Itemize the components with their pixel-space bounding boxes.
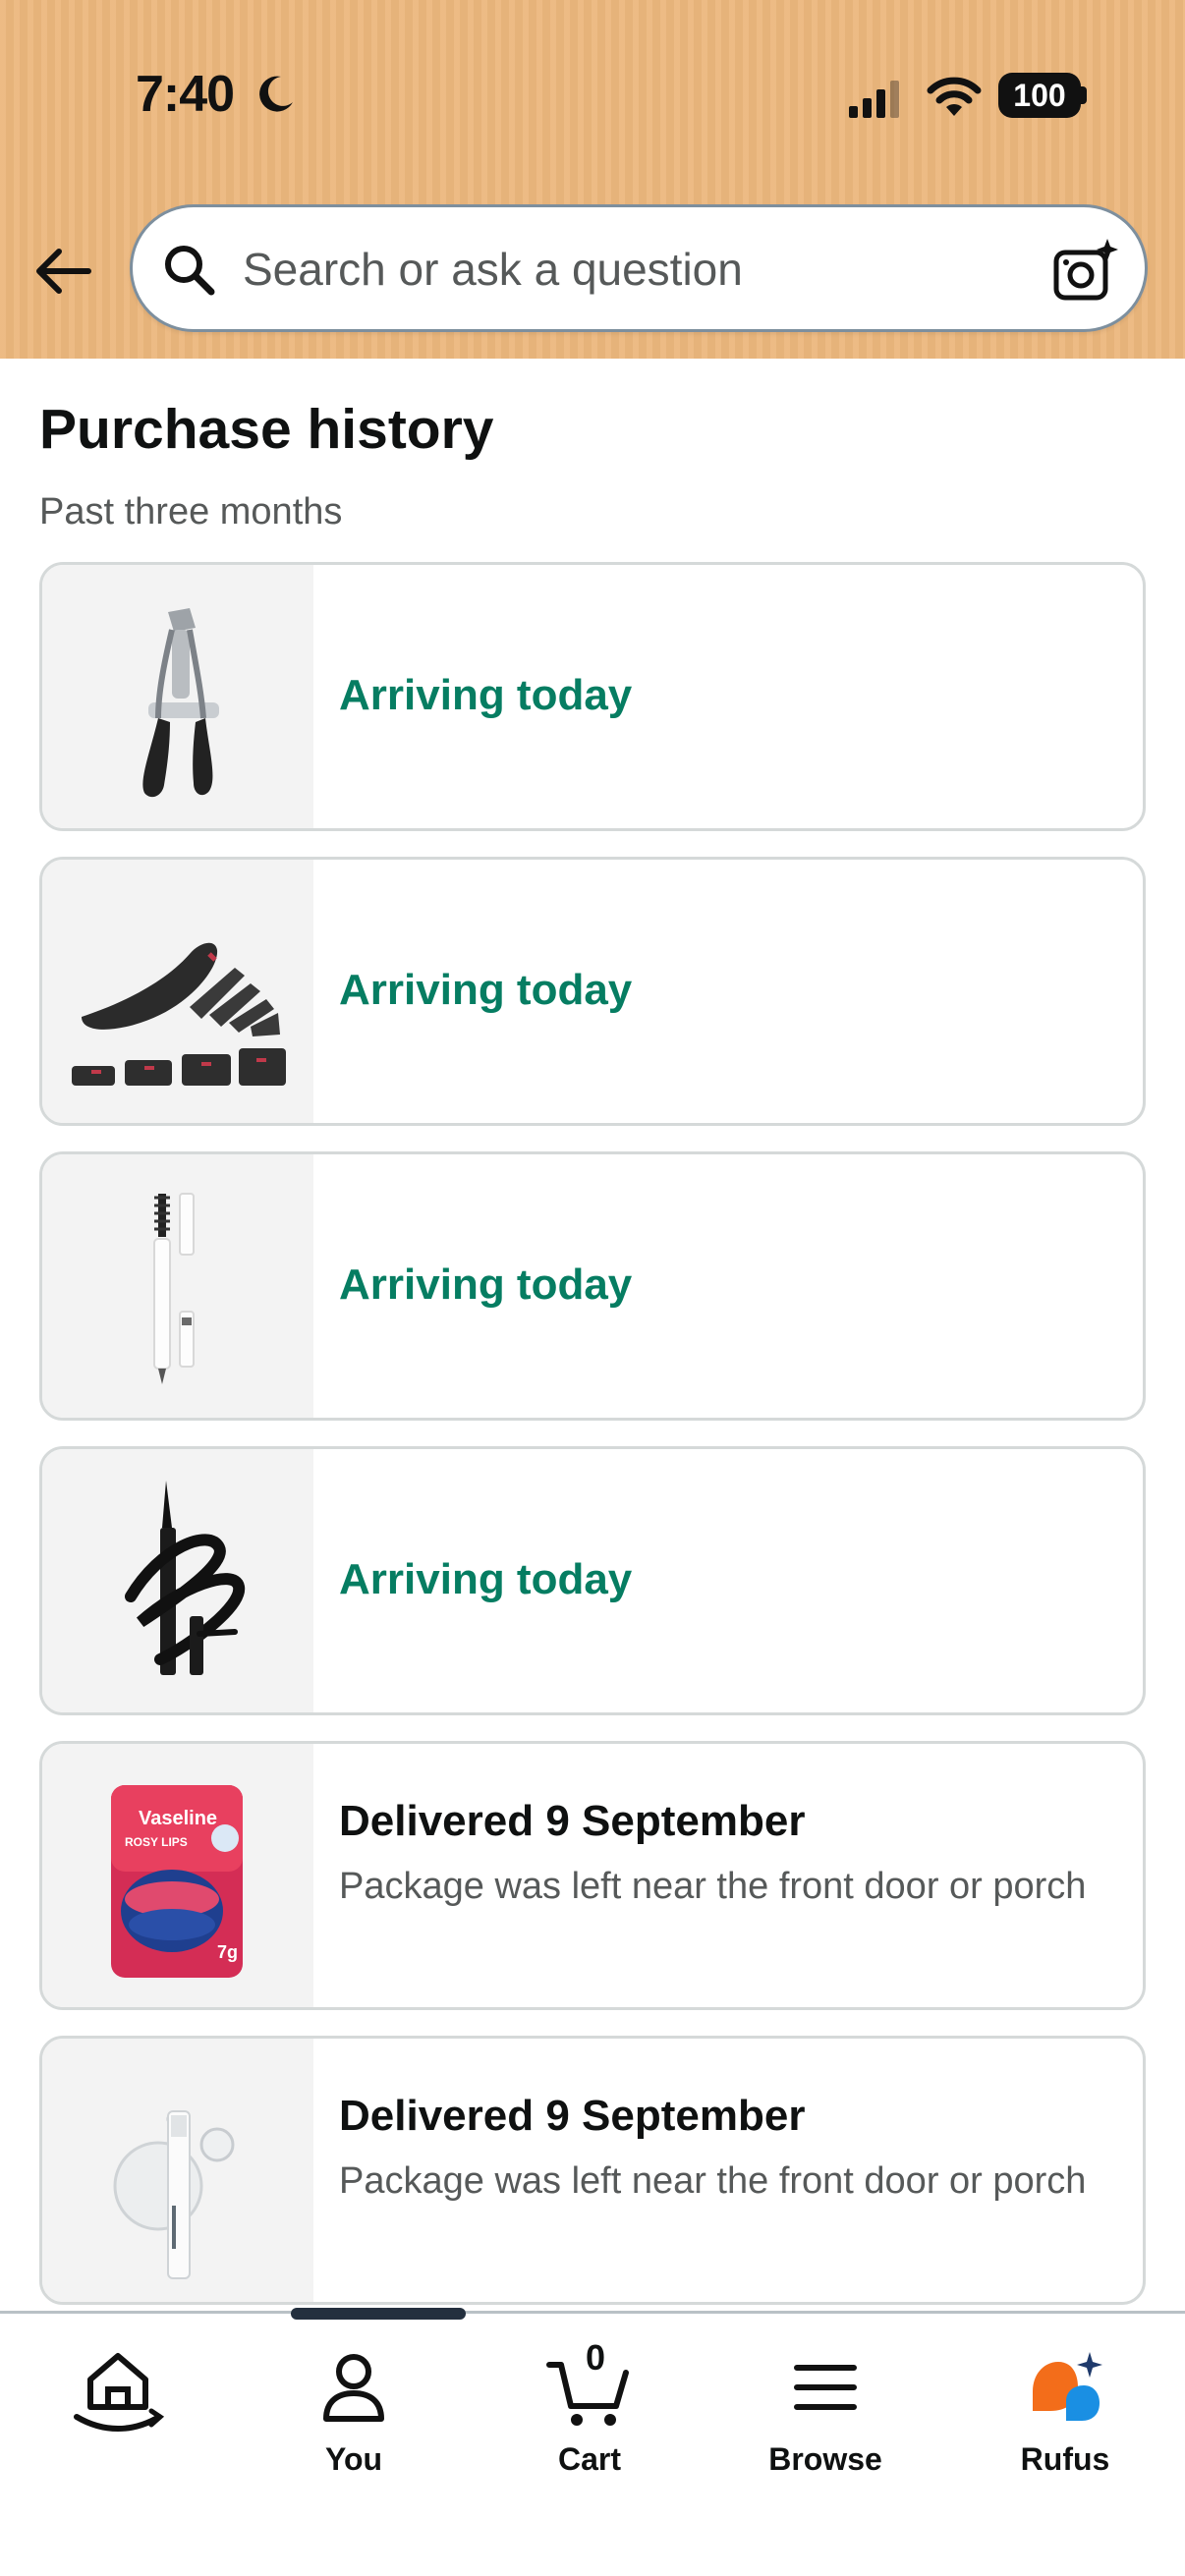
order-status: Arriving today xyxy=(339,671,633,719)
battery-indicator: 100 xyxy=(998,73,1081,118)
nav-you-label: You xyxy=(324,2441,383,2477)
product-thumbnail: Vaseline ROSY LIPS 7g xyxy=(42,1744,313,2007)
clear-brow-gel-icon xyxy=(113,2110,235,2279)
product-thumbnail xyxy=(42,860,313,1123)
nav-rufus-label: Rufus xyxy=(1020,2441,1110,2477)
nav-rufus[interactable]: Rufus xyxy=(947,2314,1183,2491)
order-status: Arriving today xyxy=(339,1555,633,1603)
order-status: Delivered 9 September xyxy=(339,2092,806,2140)
product-thumbnail xyxy=(42,2039,313,2302)
rufus-icon xyxy=(1016,2343,1114,2432)
page-subtitle: Past three months xyxy=(39,491,343,532)
battery-cap xyxy=(1081,86,1087,104)
back-button[interactable] xyxy=(28,236,98,307)
nav-home[interactable] xyxy=(0,2314,236,2491)
brow-pencil-icon xyxy=(153,1193,195,1384)
search-icon xyxy=(165,246,215,296)
camera-search-icon[interactable] xyxy=(1050,237,1119,306)
nav-you[interactable]: You xyxy=(236,2314,472,2491)
product-thumbnail xyxy=(42,565,313,828)
page-title: Purchase history xyxy=(39,398,494,461)
home-icon xyxy=(69,2343,167,2432)
vaseline-weight-text: 7g xyxy=(217,1942,238,1962)
status-time: 7:40 xyxy=(136,66,235,123)
back-arrow-icon xyxy=(36,249,91,294)
cart-icon: 0 xyxy=(540,2337,639,2432)
order-status: Arriving today xyxy=(339,1260,633,1309)
order-card[interactable]: Vaseline ROSY LIPS 7g Delivered 9 Septem… xyxy=(39,1741,1146,2010)
nav-cart-label: Cart xyxy=(557,2441,621,2477)
nav-cart[interactable]: 0 Cart xyxy=(472,2314,707,2491)
nav-browse-label: Browse xyxy=(768,2441,882,2477)
order-status: Delivered 9 September xyxy=(339,1797,806,1845)
order-status: Arriving today xyxy=(339,966,633,1014)
delivery-detail: Package was left near the front door or … xyxy=(339,2160,1087,2202)
nav-browse[interactable]: Browse xyxy=(707,2314,943,2491)
vaseline-brand-text: Vaseline xyxy=(139,1808,217,1829)
cart-count-badge: 0 xyxy=(586,2337,606,2378)
vaseline-name-text: ROSY LIPS xyxy=(125,1835,188,1849)
search-input[interactable]: Search or ask a question xyxy=(130,204,1148,332)
wifi-icon xyxy=(927,77,982,116)
order-card[interactable]: Delivered 9 September Package was left n… xyxy=(39,2036,1146,2305)
person-icon xyxy=(305,2343,403,2432)
bottom-navigation: You 0 Cart Browse Rufus xyxy=(0,2308,1185,2576)
shoe-insoles-icon xyxy=(72,942,286,1086)
product-thumbnail xyxy=(42,1154,313,1418)
vaseline-rosy-lips-icon: Vaseline ROSY LIPS 7g xyxy=(111,1785,243,1978)
order-card[interactable]: Arriving today xyxy=(39,562,1146,831)
search-placeholder: Search or ask a question xyxy=(243,244,743,295)
cellular-signal-icon xyxy=(849,81,899,118)
order-card[interactable]: Arriving today xyxy=(39,1151,1146,1421)
delivery-detail: Package was left near the front door or … xyxy=(339,1866,1087,1907)
app-header: 7:40 100 Search or ask a question xyxy=(0,0,1185,359)
moon-icon xyxy=(259,76,293,112)
eyelash-curler-icon xyxy=(142,608,219,798)
order-card[interactable]: Arriving today xyxy=(39,1446,1146,1715)
menu-icon xyxy=(776,2343,875,2432)
order-card[interactable]: Arriving today xyxy=(39,857,1146,1126)
liquid-eyeliner-icon xyxy=(125,1481,246,1675)
product-thumbnail xyxy=(42,1449,313,1712)
